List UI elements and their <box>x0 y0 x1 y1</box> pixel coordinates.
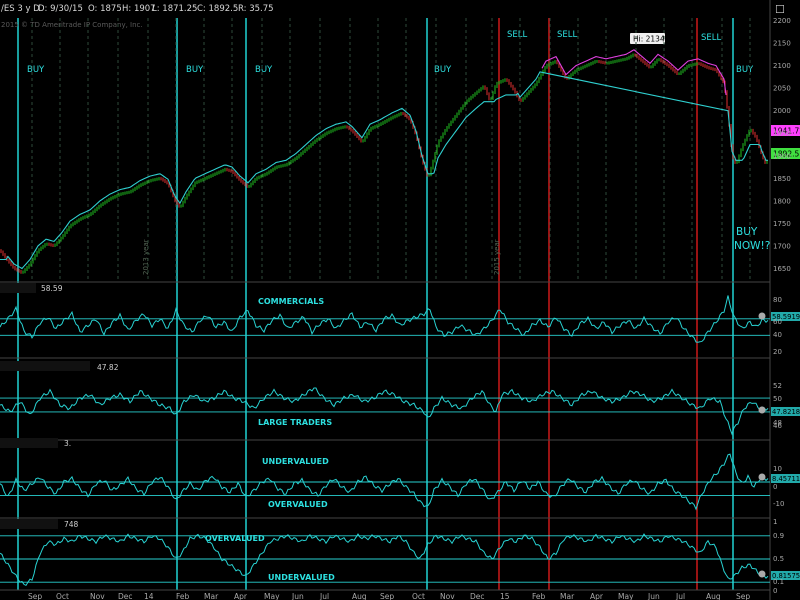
x-tick-label: Jul <box>675 592 685 600</box>
x-tick-label: Aug <box>706 592 721 600</box>
x-tick-label: Feb <box>532 592 546 600</box>
sell-label: SELL <box>701 33 722 43</box>
buy-label: BUY <box>255 65 273 75</box>
x-tick-label: Nov <box>440 592 455 600</box>
y-tick-label: 2200 <box>773 17 791 25</box>
indicator-name-box <box>0 519 58 529</box>
large-traders-tag: 47.8218 <box>772 408 800 416</box>
tick: 0 <box>773 587 777 595</box>
y-tick-label: 2000 <box>773 107 791 115</box>
buy-label: BUY <box>186 65 204 75</box>
large-traders-value: 47.82 <box>97 363 119 372</box>
copyright-text: 2015 © TD Ameritrade IP Company, Inc. <box>1 21 143 29</box>
y-tick-label: 1800 <box>773 197 791 205</box>
y-tick-label: 2150 <box>773 40 791 48</box>
large-traders-label: LARGE TRADERS <box>258 418 332 427</box>
y-tick-label: 2050 <box>773 85 791 93</box>
x-tick-label: Sep <box>380 592 394 600</box>
x-tick-label: Nov <box>90 592 105 600</box>
end-marker <box>758 473 766 481</box>
open-text: O: 1875 <box>88 4 122 14</box>
y-tick-label: 1700 <box>773 242 791 250</box>
tick: 0.9 <box>773 532 784 540</box>
x-tick-label: 14 <box>144 592 154 600</box>
close-text: C: 1892.5 <box>197 4 238 14</box>
hi-label: Hi: 2134 <box>633 35 665 44</box>
value1-value: 3. <box>64 439 71 448</box>
overvalued-label: OVERVALUED <box>268 500 328 509</box>
indicator-name-box <box>0 283 36 293</box>
tick: 1 <box>773 518 777 526</box>
tick: 0.5 <box>773 555 784 563</box>
x-tick-label: May <box>264 592 280 600</box>
commercials-value: 58.59 <box>41 284 63 293</box>
buy-label: BUY <box>434 65 452 75</box>
y-tick-label: 1850 <box>773 175 791 183</box>
x-tick-label: Jun <box>291 592 304 600</box>
buy-now-label: NOW!? <box>734 240 770 252</box>
tick: 0 <box>773 483 777 491</box>
x-tick-label: 15 <box>500 592 510 600</box>
indicator-name-box <box>0 361 90 371</box>
date-text: D: 9/30/15 <box>38 4 83 14</box>
zoom-icon[interactable]: ☐ <box>775 3 785 16</box>
x-tick-label: Oct <box>56 592 69 600</box>
buy-now-label: BUY <box>736 226 758 238</box>
sell-label: SELL <box>557 30 578 40</box>
tick: 60 <box>773 318 782 326</box>
x-tick-label: Sep <box>28 592 42 600</box>
year-marker-2015: 2015 year <box>493 239 501 275</box>
undervalued-label: UNDERVALUED <box>268 573 335 582</box>
buy-label: BUY <box>736 65 754 75</box>
hi-marker: Hi: 2134 <box>630 33 665 44</box>
tick: -10 <box>773 500 784 508</box>
high-text: H: 1907 <box>122 4 156 14</box>
x-tick-label: Sep <box>736 592 750 600</box>
tick: 50 <box>773 395 782 403</box>
value1-tag: 8.45711 <box>772 475 800 483</box>
indicator-name-box <box>0 438 58 448</box>
symbol-text: /ES 3 y D <box>1 4 40 14</box>
x-tick-label: Aug <box>352 592 367 600</box>
x-tick-label: Apr <box>234 592 248 600</box>
chart-background <box>0 0 800 600</box>
x-tick-label: Mar <box>204 592 219 600</box>
year-marker-2013: 2013 year <box>142 239 150 275</box>
tick: 20 <box>773 348 782 356</box>
commercials-label: COMMERCIALS <box>258 297 324 306</box>
tick: 40 <box>773 331 782 339</box>
sell-label: SELL <box>507 30 528 40</box>
x-tick-label: Apr <box>590 592 604 600</box>
x-tick-label: Dec <box>470 592 485 600</box>
x-tick-label: May <box>618 592 634 600</box>
y-tick-label: 1650 <box>773 265 791 273</box>
y-tick-label: 1950 <box>773 130 791 138</box>
end-marker <box>758 570 766 578</box>
x-tick-label: Mar <box>560 592 575 600</box>
end-marker <box>758 406 766 414</box>
y-tick-label: 1900 <box>773 152 791 160</box>
value2-value: 748 <box>64 520 79 529</box>
x-tick-label: Jun <box>647 592 660 600</box>
y-tick-label: 2100 <box>773 62 791 70</box>
zoom-icon-glyph[interactable]: ☐ <box>775 3 785 16</box>
undervalued-label: UNDERVALUED <box>262 457 329 466</box>
x-tick-label: Dec <box>118 592 133 600</box>
tick: 10 <box>773 465 782 473</box>
y-tick-label: 1750 <box>773 220 791 228</box>
x-tick-label: Oct <box>412 592 425 600</box>
range-text: R: 35.75 <box>238 4 274 14</box>
x-tick-label: Jul <box>319 592 329 600</box>
tick: 46 <box>773 422 782 430</box>
x-tick-label: Feb <box>176 592 190 600</box>
end-marker <box>758 312 766 320</box>
tick: 80 <box>773 296 782 304</box>
futures-chart: /ES 3 y D D: 9/30/15 O: 1875 H: 1907 L: … <box>0 0 800 600</box>
buy-label: BUY <box>27 65 45 75</box>
tick: 52 <box>773 382 782 390</box>
low-text: L: 1871.25 <box>152 4 197 14</box>
tick: 0.1 <box>773 578 784 586</box>
